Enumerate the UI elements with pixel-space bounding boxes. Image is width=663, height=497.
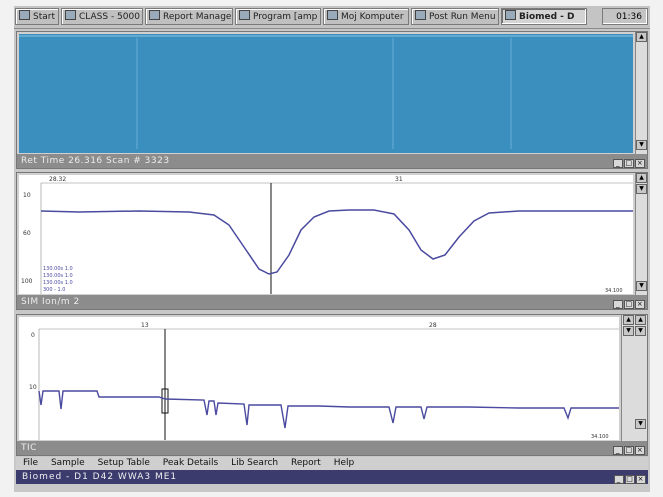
tic-vertical-scrollbar[interactable]: ▲ ▲ ▼ ▼ ▼ — [621, 315, 647, 441]
minimize-icon[interactable]: _ — [613, 300, 623, 309]
sim-vertical-scrollbar[interactable]: ▲ ▼ ▼ — [635, 173, 647, 295]
scan-vertical-scrollbar[interactable]: ▲ ▼ — [635, 32, 647, 154]
scan-plot[interactable] — [19, 34, 633, 153]
close-icon[interactable]: × — [635, 300, 645, 309]
menu-report[interactable]: Report — [291, 458, 321, 468]
sim-trace-line — [40, 209, 633, 275]
tic-y-label: 10 — [29, 384, 37, 391]
task-class-5000[interactable]: CLASS - 5000 — [61, 8, 143, 25]
scroll-up-button[interactable]: ▲ — [623, 315, 634, 325]
tic-window-controls: _ □ × — [612, 443, 645, 455]
app-icon — [65, 10, 76, 20]
minimize-icon[interactable]: _ — [613, 446, 623, 455]
sim-window-controls: _ □ × — [612, 297, 645, 309]
main-window-controls: _ □ × — [613, 472, 646, 484]
maximize-icon[interactable]: □ — [624, 446, 634, 455]
app-icon — [505, 10, 516, 20]
taskbar: Start CLASS - 5000 Report Manager Progra… — [14, 6, 650, 29]
sim-status-text: SIM Ion/m 2 — [21, 297, 80, 307]
menu-file[interactable]: File — [23, 458, 38, 468]
sim-x-label: 28.32 — [49, 176, 66, 183]
sim-y-label: 60 — [23, 230, 31, 237]
sim-status-bar: SIM Ion/m 2 _ □ × — [17, 295, 647, 309]
scroll-down-button[interactable]: ▼ — [636, 140, 647, 150]
minimize-icon[interactable]: _ — [613, 159, 623, 168]
maximize-icon[interactable]: □ — [624, 159, 634, 168]
app-icon — [239, 10, 250, 20]
task-post-run-menu[interactable]: Post Run Menu — [411, 8, 499, 25]
sim-y-label: 100 — [21, 278, 33, 285]
sim-legend-item: 130.00s 1.0 — [43, 273, 73, 279]
sim-corner-value: 34.100 — [605, 288, 623, 294]
task-report-manager[interactable]: Report Manager — [145, 8, 233, 25]
sim-legend-item: 300 - 1.0 — [43, 287, 65, 293]
menu-sample[interactable]: Sample — [51, 458, 85, 468]
menu-bar: File Sample Setup Table Peak Details Lib… — [16, 457, 648, 470]
tic-status-bar: TIC _ □ × — [17, 441, 647, 455]
scroll-down-button[interactable]: ▼ — [635, 419, 646, 429]
scroll-down-button[interactable]: ▼ — [635, 326, 646, 336]
sim-y-label: 10 — [23, 192, 31, 199]
start-label: Start — [33, 12, 55, 22]
task-label: Post Run Menu — [429, 12, 496, 22]
scroll-up-button[interactable]: ▲ — [636, 173, 647, 183]
computer-icon — [327, 10, 338, 20]
maximize-icon[interactable]: □ — [625, 475, 635, 484]
menu-lib-search[interactable]: Lib Search — [231, 458, 278, 468]
task-label: Biomed - D — [519, 12, 575, 22]
sim-plot[interactable]: 28.32 31 10 60 100 130.00s 1.0 130.00s 1… — [19, 175, 633, 294]
close-icon[interactable]: × — [635, 446, 645, 455]
scan-status-text: Ret Time 26.316 Scan # 3323 — [21, 156, 170, 166]
scan-status-bar: Ret Time 26.316 Scan # 3323 _ □ × — [17, 154, 647, 168]
scan-plot-svg — [19, 35, 633, 149]
app-icon — [149, 10, 160, 20]
tic-y-label: 0 — [31, 332, 35, 339]
tic-x-label: 13 — [141, 322, 149, 329]
clock-time: 01:36 — [616, 12, 642, 22]
sim-chart-svg: 28.32 31 10 60 100 130.00s 1.0 130.00s 1… — [21, 176, 633, 294]
task-label: Program [amp D — [253, 12, 321, 22]
scroll-down-button[interactable]: ▼ — [636, 184, 647, 194]
scroll-up-button[interactable]: ▲ — [636, 32, 647, 42]
maximize-icon[interactable]: □ — [624, 300, 634, 309]
tic-x-label: 28 — [429, 322, 437, 329]
tic-plot[interactable]: 13 28 0 10 34.100 — [19, 317, 619, 440]
system-clock: 01:36 — [602, 8, 648, 25]
task-program[interactable]: Program [amp D — [235, 8, 321, 25]
window-title-bar[interactable]: Biomed - D1 D42 WWA3 ME1 _ □ × — [16, 470, 648, 484]
tic-trace-line — [38, 390, 619, 429]
window-title: Biomed - D1 D42 WWA3 ME1 — [22, 472, 178, 482]
sim-pane: 28.32 31 10 60 100 130.00s 1.0 130.00s 1… — [16, 172, 648, 310]
desktop: Start CLASS - 5000 Report Manager Progra… — [14, 6, 650, 492]
scan-window-controls: _ □ × — [612, 156, 645, 168]
task-label: CLASS - 5000 — [79, 12, 140, 22]
app-icon — [415, 10, 426, 20]
minimize-icon[interactable]: _ — [614, 475, 624, 484]
task-label: Moj Komputer — [341, 12, 404, 22]
tic-status-text: TIC — [21, 443, 37, 453]
close-icon[interactable]: × — [636, 475, 646, 484]
menu-peak-details[interactable]: Peak Details — [163, 458, 218, 468]
start-button[interactable]: Start — [15, 8, 59, 25]
task-label: Report Manager — [163, 12, 233, 22]
sim-legend-item: 130.00s 1.0 — [43, 266, 73, 272]
task-moj-komputer[interactable]: Moj Komputer — [323, 8, 409, 25]
sim-legend-item: 130.00s 1.0 — [43, 280, 73, 286]
tic-chart-svg: 13 28 0 10 34.100 — [29, 322, 619, 440]
menu-help[interactable]: Help — [334, 458, 355, 468]
sim-x-label: 31 — [395, 176, 403, 183]
close-icon[interactable]: × — [635, 159, 645, 168]
menu-setup-table[interactable]: Setup Table — [98, 458, 150, 468]
scroll-up-button[interactable]: ▲ — [635, 315, 646, 325]
scroll-down-button[interactable]: ▼ — [623, 326, 634, 336]
tic-corner-value: 34.100 — [591, 434, 609, 440]
task-biomed[interactable]: Biomed - D — [501, 8, 587, 25]
scroll-down-button[interactable]: ▼ — [636, 281, 647, 291]
windows-logo-icon — [19, 10, 30, 20]
tic-pane: 13 28 0 10 34.100 ▲ ▲ ▼ ▼ ▼ TIC _ □ × — [16, 314, 648, 456]
scan-pane: ▲ ▼ Ret Time 26.316 Scan # 3323 _ □ × — [16, 31, 648, 169]
